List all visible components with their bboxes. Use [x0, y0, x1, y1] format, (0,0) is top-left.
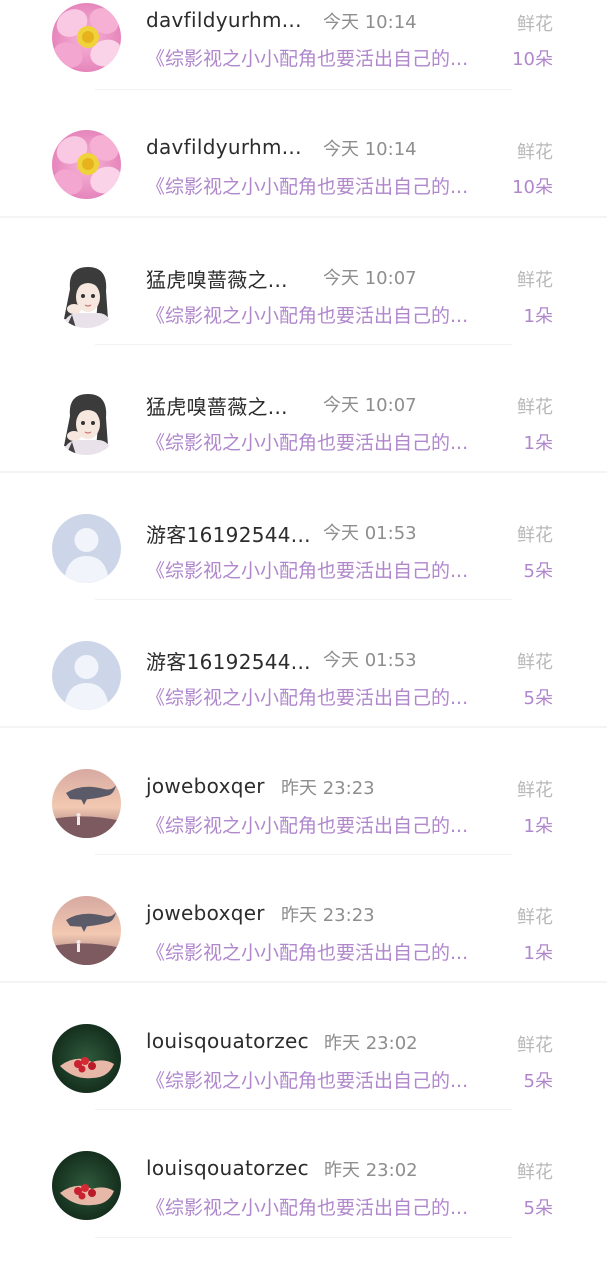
lotus-avatar[interactable] — [52, 130, 121, 199]
row-divider — [95, 1236, 512, 1238]
gift-type: 鲜花 — [517, 269, 553, 291]
gift-time: 昨天 23:02 — [324, 1160, 418, 1181]
book-title-link[interactable]: 《综影视之小小配角也要活出自己的... — [146, 301, 468, 328]
gift-time: 今天 10:14 — [323, 12, 417, 33]
user-name[interactable]: 猛虎嗅蔷薇之... — [146, 264, 288, 293]
user-name[interactable]: louisqouatorzec — [146, 1029, 309, 1053]
gift-quantity: 5朵 — [523, 560, 553, 582]
gift-time: 昨天 23:23 — [281, 905, 375, 926]
gift-type: 鲜花 — [517, 142, 553, 163]
gift-record-row[interactable]: louisqouatorzec 昨天 23:02 鲜花 《综影视之小小配角也要活… — [0, 1110, 607, 1238]
gift-quantity: 5朵 — [523, 1070, 553, 1092]
anime-girl-avatar[interactable] — [52, 258, 121, 328]
gift-time: 今天 01:53 — [323, 650, 417, 671]
gift-record-row[interactable]: 游客16192544... 今天 01:53 鲜花 《综影视之小小配角也要活出自… — [0, 473, 607, 600]
gift-record-row[interactable]: louisqouatorzec 昨天 23:02 鲜花 《综影视之小小配角也要活… — [0, 983, 607, 1110]
gift-type: 鲜花 — [517, 652, 553, 673]
gift-record-row[interactable]: joweboxqer 昨天 23:23 鲜花 《综影视之小小配角也要活出自己的.… — [0, 855, 607, 983]
gift-quantity: 1朵 — [523, 943, 553, 964]
user-name[interactable]: davfildyurhm... — [146, 8, 302, 32]
user-name[interactable]: 猛虎嗅蔷薇之... — [146, 391, 288, 420]
gift-record-row[interactable]: joweboxqer 昨天 23:23 鲜花 《综影视之小小配角也要活出自己的.… — [0, 728, 607, 855]
gift-record-row[interactable]: 猛虎嗅蔷薇之... 今天 10:07 鲜花 《综影视之小小配角也要活出自己的..… — [0, 218, 607, 345]
gift-time: 昨天 23:02 — [324, 1032, 418, 1054]
gift-type: 鲜花 — [517, 1162, 553, 1183]
user-name[interactable]: davfildyurhm... — [146, 135, 302, 159]
user-name[interactable]: 游客16192544... — [146, 646, 311, 675]
book-title-link[interactable]: 《综影视之小小配角也要活出自己的... — [146, 1193, 468, 1220]
gift-quantity: 1朵 — [523, 433, 553, 454]
book-title-link[interactable]: 《综影视之小小配角也要活出自己的... — [146, 172, 468, 199]
gift-record-row[interactable]: 猛虎嗅蔷薇之... 今天 10:07 鲜花 《综影视之小小配角也要活出自己的..… — [0, 345, 607, 473]
book-title-link[interactable]: 《综影视之小小配角也要活出自己的... — [146, 556, 468, 583]
strawberry-hands-avatar[interactable] — [52, 1151, 121, 1220]
default-user-avatar[interactable] — [52, 513, 121, 583]
gift-quantity: 1朵 — [523, 305, 553, 327]
gift-quantity: 10朵 — [512, 177, 553, 198]
gift-time: 今天 10:07 — [323, 267, 417, 289]
gift-time: 昨天 23:23 — [281, 777, 375, 799]
gift-type: 鲜花 — [517, 907, 553, 928]
gift-time: 今天 10:14 — [323, 139, 417, 160]
lotus-avatar[interactable] — [52, 3, 121, 72]
book-title-link[interactable]: 《综影视之小小配角也要活出自己的... — [146, 811, 468, 838]
gift-type: 鲜花 — [517, 397, 553, 418]
book-title-link[interactable]: 《综影视之小小配角也要活出自己的... — [146, 44, 468, 71]
gift-record-row[interactable]: davfildyurhm... 今天 10:14 鲜花 《综影视之小小配角也要活… — [0, 0, 607, 90]
book-title-link[interactable]: 《综影视之小小配角也要活出自己的... — [146, 938, 468, 965]
gift-quantity: 1朵 — [523, 815, 553, 837]
gift-quantity: 5朵 — [523, 1198, 553, 1219]
anime-girl-avatar[interactable] — [52, 386, 121, 455]
gift-quantity: 10朵 — [512, 49, 553, 70]
user-name[interactable]: 游客16192544... — [146, 519, 311, 548]
strawberry-hands-avatar[interactable] — [52, 1023, 121, 1093]
user-name[interactable]: louisqouatorzec — [146, 1156, 309, 1180]
book-title-link[interactable]: 《综影视之小小配角也要活出自己的... — [146, 428, 468, 455]
gift-time: 今天 01:53 — [323, 522, 417, 544]
gift-type: 鲜花 — [517, 14, 553, 35]
user-name[interactable]: joweboxqer — [146, 774, 265, 798]
default-user-avatar[interactable] — [52, 641, 121, 710]
whale-sky-avatar[interactable] — [52, 896, 121, 965]
gift-time: 今天 10:07 — [323, 395, 417, 416]
whale-sky-avatar[interactable] — [52, 768, 121, 838]
gift-type: 鲜花 — [517, 779, 553, 801]
user-name[interactable]: joweboxqer — [146, 901, 265, 925]
gift-type: 鲜花 — [517, 524, 553, 546]
gift-record-row[interactable]: davfildyurhm... 今天 10:14 鲜花 《综影视之小小配角也要活… — [0, 90, 607, 218]
gift-quantity: 5朵 — [523, 688, 553, 709]
flower-gift-list: davfildyurhm... 今天 10:14 鲜花 《综影视之小小配角也要活… — [0, 0, 607, 1280]
book-title-link[interactable]: 《综影视之小小配角也要活出自己的... — [146, 1066, 468, 1093]
gift-type: 鲜花 — [517, 1034, 553, 1056]
gift-record-row[interactable]: 游客16192544... 今天 01:53 鲜花 《综影视之小小配角也要活出自… — [0, 600, 607, 728]
book-title-link[interactable]: 《综影视之小小配角也要活出自己的... — [146, 683, 468, 710]
